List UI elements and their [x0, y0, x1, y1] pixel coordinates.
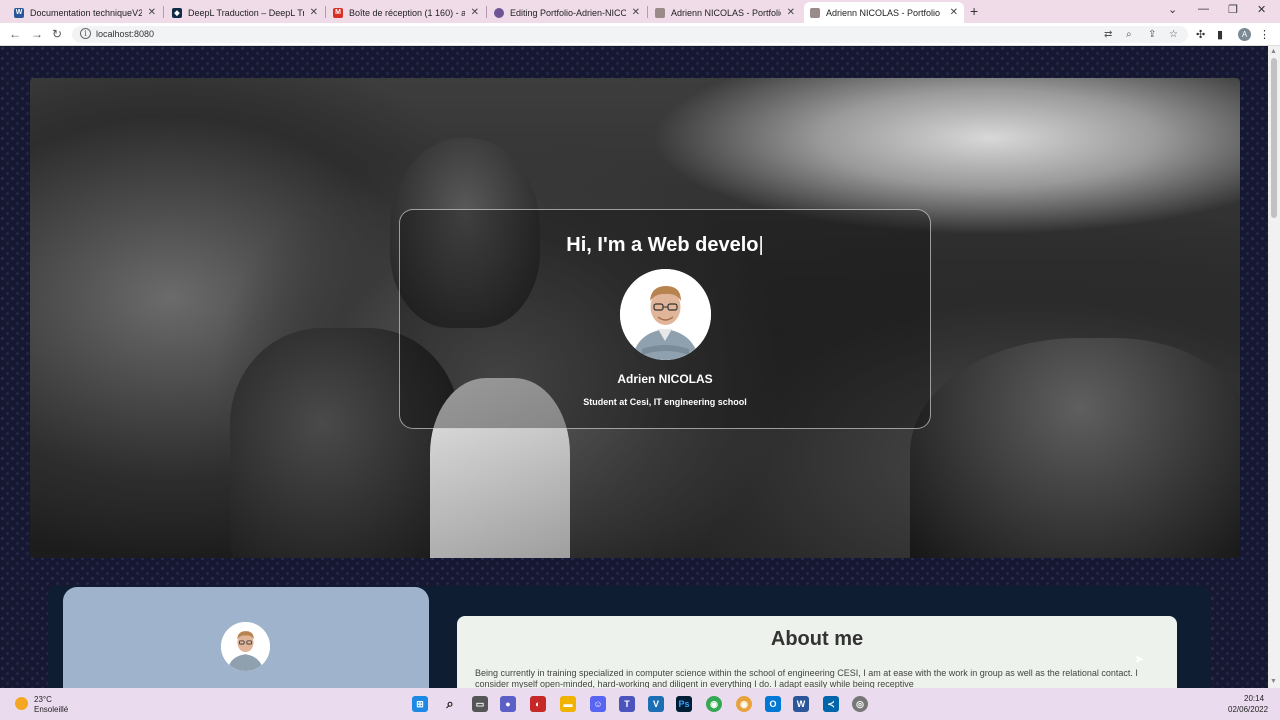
close-icon[interactable]: ✕ — [787, 7, 795, 18]
browser-tab-gmail[interactable]: M Boîte de réception (1 160) - adrien ✕ — [327, 2, 485, 23]
visio-icon[interactable]: V — [648, 696, 664, 712]
tab-label: Documentation techniqueV2.docx — [30, 7, 142, 18]
browser-toolbar: ← → ↻ i localhost:8080 ⇄ ⌕ ⇪ ☆ ✣ ▮ ⋮ — [0, 23, 1280, 46]
profile-photo-small — [221, 622, 270, 671]
about-text: Being currently in training specialized … — [475, 668, 1138, 688]
weather-sun-icon[interactable] — [15, 697, 28, 710]
tab-label: DeepL Traduction – DeepL Translate — [188, 7, 304, 18]
address-bar[interactable]: i localhost:8080 ⇄ ⌕ ⇪ ☆ — [72, 26, 1188, 43]
about-title: About me — [770, 628, 864, 650]
tab-label: Boîte de réception (1 160) - adrien — [349, 7, 465, 18]
chrome-profile-icon[interactable]: ◉ — [736, 696, 752, 712]
scrollbar-thumb[interactable] — [1271, 58, 1277, 218]
deepl-icon: ◆ — [172, 7, 182, 18]
browser-tab-github[interactable]: Editing Portfolio-Adrien-NICOLAS ✕ — [488, 2, 646, 23]
outlook-icon[interactable]: O — [765, 696, 781, 712]
close-window-icon[interactable]: ✕ — [1257, 3, 1266, 16]
info-icon[interactable]: i — [80, 28, 91, 39]
new-tab-button[interactable]: + — [970, 3, 978, 19]
person-icon — [655, 7, 665, 18]
browser-tab-deepl[interactable]: ◆ DeepL Traduction – DeepL Translate ✕ — [166, 2, 324, 23]
browser-tab-bar: W Documentation techniqueV2.docx ✕ ◆ Dee… — [0, 0, 1280, 23]
zoom-icon[interactable]: ⌕ — [1126, 29, 1132, 40]
hero-photo-rocks — [910, 338, 1240, 558]
weather-temperature[interactable]: 23°C — [34, 695, 52, 704]
close-icon[interactable]: ✕ — [471, 7, 479, 18]
profile-name: Adrien NICOLAS — [617, 372, 713, 386]
forward-icon[interactable]: → — [31, 27, 43, 41]
tab-separator — [163, 6, 164, 18]
task-view-icon[interactable]: ▭ — [472, 696, 488, 712]
translate-icon[interactable]: ⇄ — [1104, 29, 1112, 40]
windows-taskbar: 23°C Ensoleillé ⊞ ⌕ ▭ ● ◐ ▬ ☺ T V Ps ◉ ◉… — [0, 688, 1280, 720]
menu-icon[interactable]: ⋮ — [1259, 28, 1270, 41]
weather-description[interactable]: Ensoleillé — [34, 705, 68, 714]
typed-headline: Hi, I'm a Web develo| — [400, 234, 930, 257]
github-icon — [494, 7, 504, 18]
minimize-icon[interactable]: — — [1198, 3, 1209, 15]
mouse-pointer-icon: ➤ — [1134, 652, 1145, 666]
browser-tab-portfolio-active[interactable]: Adrienn NICOLAS - Portfolio ✕ — [804, 2, 964, 23]
page-scrollbar[interactable]: ▲ ▼ — [1268, 46, 1280, 688]
url-text[interactable]: localhost:8080 — [96, 29, 154, 39]
extensions-icon[interactable]: ✣ — [1196, 28, 1205, 41]
tab-separator — [325, 6, 326, 18]
tab-separator — [486, 6, 487, 18]
app-circle-icon[interactable]: ◎ — [852, 696, 868, 712]
scroll-up-icon[interactable]: ▲ — [1270, 48, 1277, 55]
profile-subtitle: Student at Cesi, IT engineering school — [583, 397, 747, 407]
tab-separator — [647, 6, 648, 18]
teams-chat-icon[interactable]: ● — [500, 696, 516, 712]
tab-label: Editing Portfolio-Adrien-NICOLAS — [510, 7, 626, 18]
file-explorer-icon[interactable]: ▬ — [560, 696, 576, 712]
close-icon[interactable]: ✕ — [310, 7, 318, 18]
person-icon — [810, 7, 820, 18]
about-card: About me Being currently in training spe… — [457, 616, 1177, 688]
clock-time[interactable]: 20:14 — [1244, 694, 1264, 703]
typing-cursor: | — [758, 234, 764, 256]
vscode-icon[interactable]: ≺ — [823, 696, 839, 712]
gmail-icon: M — [333, 7, 343, 18]
browser-tab-portfolio[interactable]: Adrienn NICOLAS - Portfolio ✕ — [649, 2, 801, 23]
browser-tab-word-doc[interactable]: W Documentation techniqueV2.docx ✕ — [8, 2, 162, 23]
headline-text: Hi, I'm a Web develo — [566, 234, 759, 256]
back-icon[interactable]: ← — [9, 27, 21, 41]
close-icon[interactable]: ✕ — [950, 7, 958, 18]
clock-date[interactable]: 02/06/2022 — [1228, 705, 1268, 714]
close-icon[interactable]: ✕ — [148, 7, 156, 18]
word-icon: W — [14, 7, 24, 18]
word-taskbar-icon[interactable]: W — [793, 696, 809, 712]
profile-avatar[interactable]: A — [1238, 28, 1251, 41]
close-icon[interactable]: ✕ — [632, 7, 640, 18]
profile-side-panel — [63, 587, 429, 688]
maximize-icon[interactable]: ❐ — [1228, 3, 1238, 16]
profile-photo-image — [620, 269, 711, 360]
app-red-icon[interactable]: ◐ — [530, 696, 546, 712]
bookmark-star-icon[interactable]: ☆ — [1169, 29, 1178, 40]
discord-icon[interactable]: ☺ — [590, 696, 606, 712]
reload-icon[interactable]: ↻ — [52, 27, 62, 41]
hero-background-photo: Hi, I'm a Web develo| Adrien NICOLAS Stu… — [30, 78, 1240, 558]
share-icon[interactable]: ⇪ — [1148, 29, 1156, 40]
side-panel-icon[interactable]: ▮ — [1217, 28, 1223, 41]
profile-photo-small-image — [221, 622, 270, 671]
scroll-down-icon[interactable]: ▼ — [1270, 678, 1277, 685]
intro-card: Hi, I'm a Web develo| Adrien NICOLAS Stu… — [399, 209, 931, 429]
teams-icon[interactable]: T — [619, 696, 635, 712]
profile-photo — [620, 269, 711, 360]
windows-start-icon[interactable]: ⊞ — [412, 696, 428, 712]
photoshop-icon[interactable]: Ps — [676, 696, 692, 712]
tab-label: Adrienn NICOLAS - Portfolio — [826, 7, 941, 18]
tab-search-icon[interactable]: ⌄ — [1168, 3, 1177, 16]
tab-label: Adrienn NICOLAS - Portfolio — [671, 7, 781, 18]
search-icon[interactable]: ⌕ — [442, 696, 458, 712]
chrome-icon[interactable]: ◉ — [706, 696, 722, 712]
page-viewport: Hi, I'm a Web develo| Adrien NICOLAS Stu… — [0, 46, 1268, 688]
